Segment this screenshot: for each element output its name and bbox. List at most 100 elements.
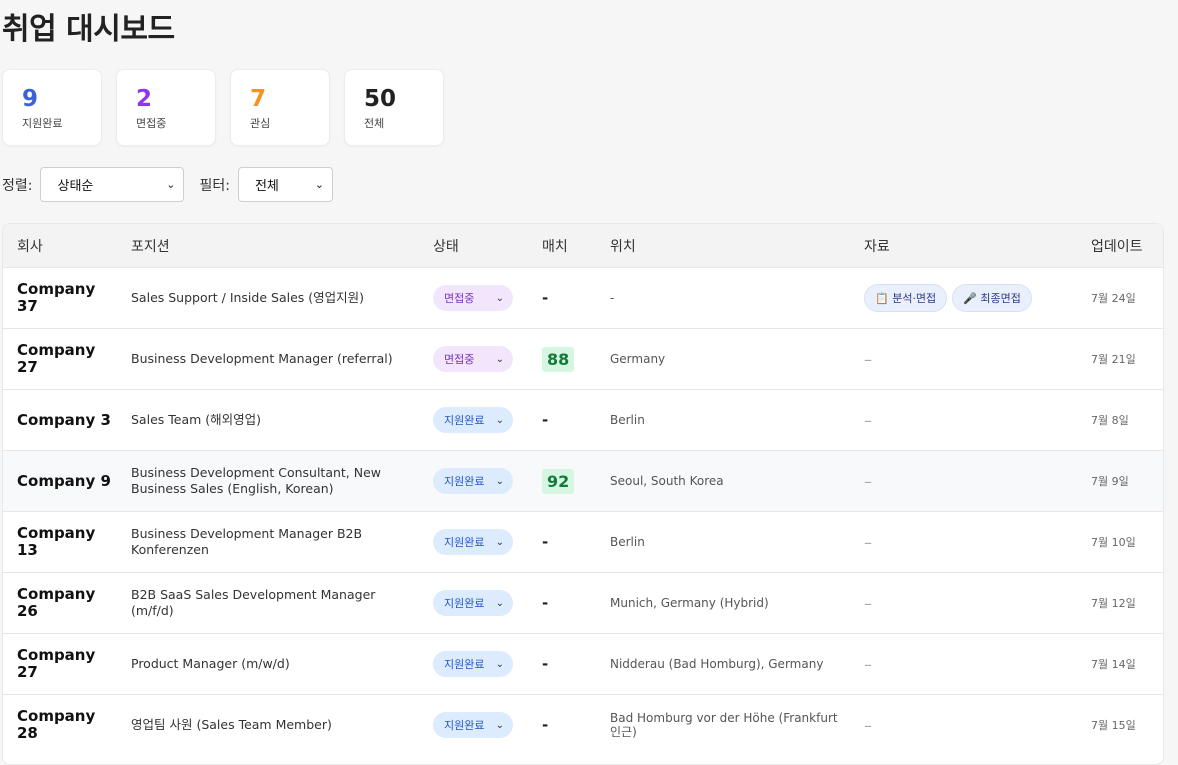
sort-select[interactable]: 상태순 ⌄	[40, 167, 185, 202]
table-row[interactable]: Company 26 B2B SaaS Sales Development Ma…	[3, 572, 1163, 633]
status-dropdown[interactable]: 지원완료 ⌄	[433, 468, 513, 494]
stat-value: 7	[250, 86, 267, 112]
applications-table: 회사 포지션 상태 매치 위치 자료 업데이트 Company 37 Sales…	[2, 223, 1164, 765]
updated-date: 7월 8일	[1091, 414, 1129, 427]
stat-card-applied[interactable]: 9 지원완료	[2, 69, 102, 146]
match-score: 92	[542, 451, 575, 511]
stat-label: 지원완료	[22, 117, 63, 130]
status-dropdown[interactable]: 면접중 ⌄	[433, 346, 513, 372]
match-empty: -	[542, 411, 549, 429]
table-row[interactable]: Company 9 Business Development Consultan…	[3, 450, 1163, 511]
header-position[interactable]: 포지션	[131, 236, 170, 256]
table-row[interactable]: Company 28 영업팀 사원 (Sales Team Member) 지원…	[3, 694, 1163, 755]
status-cell: 면접중 ⌄	[433, 329, 513, 389]
doc-analysis-interview-chip[interactable]: 📋 분석·면접	[864, 284, 948, 312]
updated-date: 7월 9일	[1091, 475, 1129, 488]
status-dropdown[interactable]: 지원완료 ⌄	[433, 529, 513, 555]
match-empty: -	[542, 533, 549, 551]
status-label: 지원완료	[444, 536, 485, 549]
company-name[interactable]: Company 3	[17, 390, 117, 450]
updated-date: 7월 15일	[1091, 719, 1136, 732]
location: Berlin	[610, 413, 645, 427]
docs-empty: –	[864, 654, 872, 674]
table-header: 회사 포지션 상태 매치 위치 자료 업데이트	[3, 224, 1163, 267]
header-company[interactable]: 회사	[17, 236, 43, 256]
company-name[interactable]: Company 27	[17, 634, 117, 694]
match-score: -	[542, 390, 548, 450]
match-score: -	[542, 512, 548, 572]
company-name[interactable]: Company 13	[17, 512, 117, 572]
stat-card-total[interactable]: 50 전체	[344, 69, 444, 146]
location: -	[610, 291, 615, 305]
updated-date: 7월 21일	[1091, 353, 1136, 366]
table-row[interactable]: Company 27 Product Manager (m/w/d) 지원완료 …	[3, 633, 1163, 694]
updated-date: 7월 14일	[1091, 658, 1136, 671]
updated-date: 7월 10일	[1091, 536, 1136, 549]
location: Munich, Germany (Hybrid)	[610, 596, 769, 610]
docs-empty: –	[864, 349, 872, 369]
company-name[interactable]: Company 26	[17, 573, 117, 633]
status-cell: 지원완료 ⌄	[433, 390, 513, 450]
chevron-down-icon: ⌄	[495, 658, 504, 670]
header-location[interactable]: 위치	[610, 236, 636, 256]
company-name[interactable]: Company 27	[17, 329, 117, 389]
company-name[interactable]: Company 37	[17, 268, 117, 328]
match-empty: -	[542, 289, 549, 307]
status-dropdown[interactable]: 지원완료 ⌄	[433, 712, 513, 738]
stat-label: 관심	[250, 117, 271, 130]
page-title: 취업 대시보드	[2, 12, 175, 47]
match-score: -	[542, 573, 548, 633]
docs-empty: –	[864, 715, 872, 735]
match-score: -	[542, 268, 548, 328]
company-name[interactable]: Company 9	[17, 451, 117, 511]
docs-empty: –	[864, 593, 872, 613]
match-score: -	[542, 695, 548, 755]
match-empty: -	[542, 594, 549, 612]
table-row[interactable]: Company 37 Sales Support / Inside Sales …	[3, 267, 1163, 328]
stat-value: 2	[136, 86, 153, 112]
status-dropdown[interactable]: 지원완료 ⌄	[433, 590, 513, 616]
position-title: Sales Support / Inside Sales (영업지원)	[131, 290, 365, 305]
company-name[interactable]: Company 28	[17, 695, 117, 755]
sort-select-value: 상태순	[57, 179, 94, 194]
docs-cell: –	[864, 695, 872, 755]
table-row[interactable]: Company 3 Sales Team (해외영업) 지원완료 ⌄ - Ber…	[3, 389, 1163, 450]
status-label: 지원완료	[444, 414, 485, 427]
status-label: 지원완료	[444, 719, 485, 732]
match-badge: 88	[542, 346, 575, 372]
table-row[interactable]: Company 13 Business Development Manager …	[3, 511, 1163, 572]
status-dropdown[interactable]: 지원완료 ⌄	[433, 651, 513, 677]
status-label: 지원완료	[444, 597, 485, 610]
stat-value: 9	[22, 86, 39, 112]
match-badge: 92	[542, 468, 575, 494]
stats-bar: 9 지원완료 2 면접중 7 관심 50 전체	[2, 69, 444, 146]
position-title: Product Manager (m/w/d)	[131, 656, 290, 671]
docs-cell: –	[864, 573, 872, 633]
position-title: Business Development Manager B2B Konfere…	[131, 526, 363, 557]
status-dropdown[interactable]: 지원완료 ⌄	[433, 407, 513, 433]
status-cell: 지원완료 ⌄	[433, 573, 513, 633]
status-dropdown[interactable]: 면접중 ⌄	[433, 285, 513, 311]
header-updated[interactable]: 업데이트	[1091, 236, 1143, 256]
table-row[interactable]: Company 27 Business Development Manager …	[3, 328, 1163, 389]
status-cell: 면접중 ⌄	[433, 268, 513, 328]
filter-select[interactable]: 전체 ⌄	[237, 167, 333, 202]
chevron-down-icon: ⌄	[495, 536, 504, 548]
stat-card-interested[interactable]: 7 관심	[230, 69, 330, 146]
header-docs[interactable]: 자료	[864, 236, 890, 256]
stat-card-interviewing[interactable]: 2 면접중	[116, 69, 216, 146]
header-match[interactable]: 매치	[542, 236, 568, 256]
status-cell: 지원완료 ⌄	[433, 451, 513, 511]
status-label: 지원완료	[444, 658, 485, 671]
chevron-down-icon: ⌄	[495, 597, 504, 609]
position-title: B2B SaaS Sales Development Manager (m/f/…	[131, 587, 376, 618]
docs-cell: –	[864, 451, 872, 511]
docs-empty: –	[864, 532, 872, 552]
doc-final-interview-chip[interactable]: 🎤 최종면접	[952, 284, 1032, 312]
location: Seoul, South Korea	[610, 474, 724, 488]
match-empty: -	[542, 716, 549, 734]
status-label: 면접중	[444, 353, 475, 366]
position-title: Sales Team (해외영업)	[131, 412, 262, 427]
docs-empty: –	[864, 410, 872, 430]
header-status[interactable]: 상태	[433, 236, 459, 256]
